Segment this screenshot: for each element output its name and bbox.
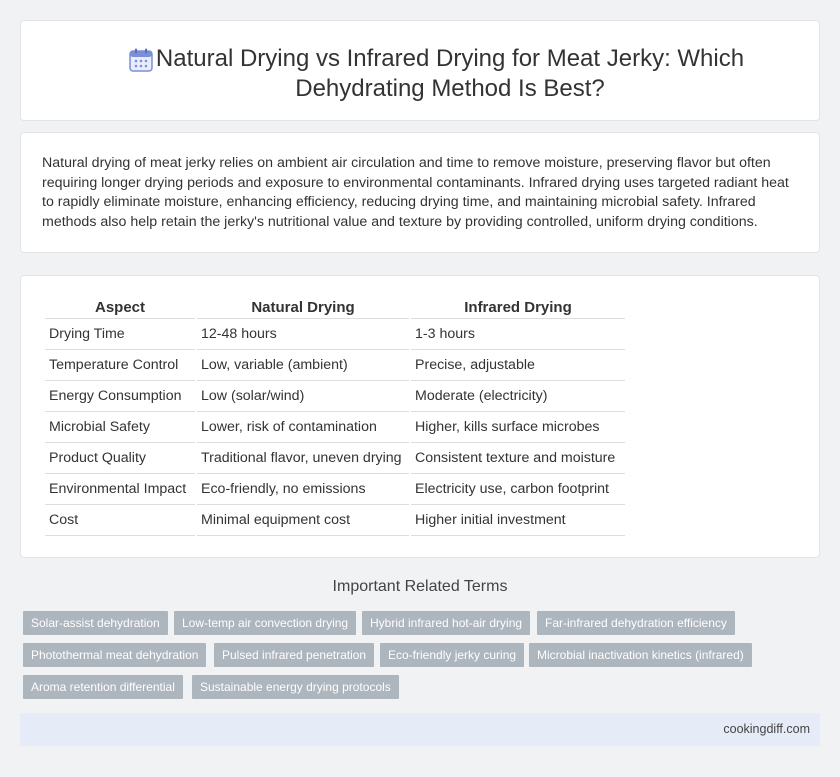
table-row: Drying Time 12-48 hours 1-3 hours [45,319,625,350]
related-term-tag[interactable]: Solar-assist dehydration [23,611,168,635]
table-cell: Lower, risk of contamination [197,412,409,443]
table-cell: 12-48 hours [197,319,409,350]
table-cell: Eco-friendly, no emissions [197,474,409,505]
table-cell: Low, variable (ambient) [197,350,409,381]
intro-paragraph: Natural drying of meat jerky relies on a… [42,155,789,230]
table-row: Temperature Control Low, variable (ambie… [45,350,625,381]
table-cell: Energy Consumption [45,381,195,412]
table-cell: 1-3 hours [411,319,625,350]
table-cell: Higher initial investment [411,505,625,536]
table-cell: Product Quality [45,443,195,474]
related-term-tag[interactable]: Low-temp air convection drying [174,611,357,635]
table-cell: Minimal equipment cost [197,505,409,536]
comparison-table-card: Aspect Natural Drying Infrared Drying Dr… [20,275,820,558]
site-link[interactable]: cookingdiff.com [723,722,810,736]
column-header: Aspect [45,297,195,319]
related-term-tag[interactable]: Hybrid infrared hot-air drying [362,611,531,635]
table-cell: Electricity use, carbon footprint [411,474,625,505]
related-term-tag[interactable]: Far-infrared dehydration efficiency [537,611,735,635]
intro-card: Natural drying of meat jerky relies on a… [20,132,820,253]
table-cell: Environmental Impact [45,474,195,505]
related-term-tag[interactable]: Sustainable energy drying protocols [192,675,399,699]
comparison-table: Aspect Natural Drying Infrared Drying Dr… [43,297,627,536]
column-header: Natural Drying [197,297,409,319]
related-term-tag[interactable]: Photothermal meat dehydration [23,643,207,667]
column-header: Infrared Drying [411,297,625,319]
title-card: Natural Drying vs Infrared Drying for Me… [20,20,820,121]
table-row: Energy Consumption Low (solar/wind) Mode… [45,381,625,412]
table-row: Microbial Safety Lower, risk of contamin… [45,412,625,443]
related-term-tag[interactable]: Pulsed infrared penetration [214,643,375,667]
table-cell: Higher, kills surface microbes [411,412,625,443]
related-term-tag[interactable]: Microbial inactivation kinetics (infrare… [529,643,752,667]
table-row: Product Quality Traditional flavor, unev… [45,443,625,474]
related-term-tag[interactable]: Aroma retention differential [23,675,183,699]
table-header-row: Aspect Natural Drying Infrared Drying [45,297,625,319]
table-cell: Low (solar/wind) [197,381,409,412]
table-cell: Traditional flavor, uneven drying [197,443,409,474]
page-title: Natural Drying vs Infrared Drying for Me… [155,45,745,102]
table-cell: Cost [45,505,195,536]
table-cell: Moderate (electricity) [411,381,625,412]
table-row: Cost Minimal equipment cost Higher initi… [45,505,625,536]
table-cell: Microbial Safety [45,412,195,443]
footer: cookingdiff.com [20,713,820,746]
table-cell: Consistent texture and moisture [411,443,625,474]
related-term-tag[interactable]: Eco-friendly jerky curing [380,643,525,667]
table-row: Environmental Impact Eco-friendly, no em… [45,474,625,505]
related-terms-title: Important Related Terms [332,578,508,595]
table-cell: Drying Time [45,319,195,350]
table-cell: Temperature Control [45,350,195,381]
table-cell: Precise, adjustable [411,350,625,381]
